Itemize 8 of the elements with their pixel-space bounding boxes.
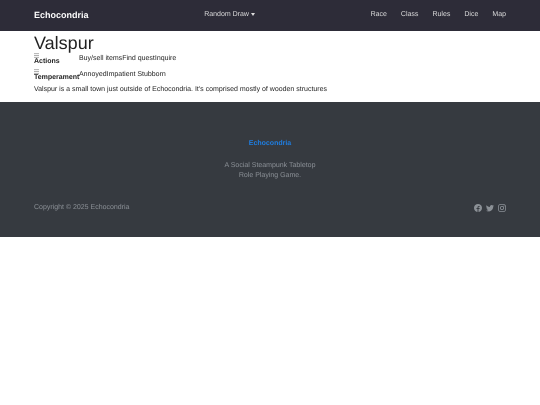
twitter-icon[interactable] bbox=[486, 204, 494, 212]
list-icon bbox=[34, 69, 39, 74]
page-title: Valspur bbox=[34, 33, 95, 53]
list-icon bbox=[34, 53, 39, 58]
facebook-icon[interactable] bbox=[474, 204, 482, 212]
caret-icon bbox=[250, 12, 255, 16]
brand-link[interactable]: Echocondria bbox=[34, 8, 89, 22]
instagram-icon[interactable] bbox=[498, 204, 506, 212]
